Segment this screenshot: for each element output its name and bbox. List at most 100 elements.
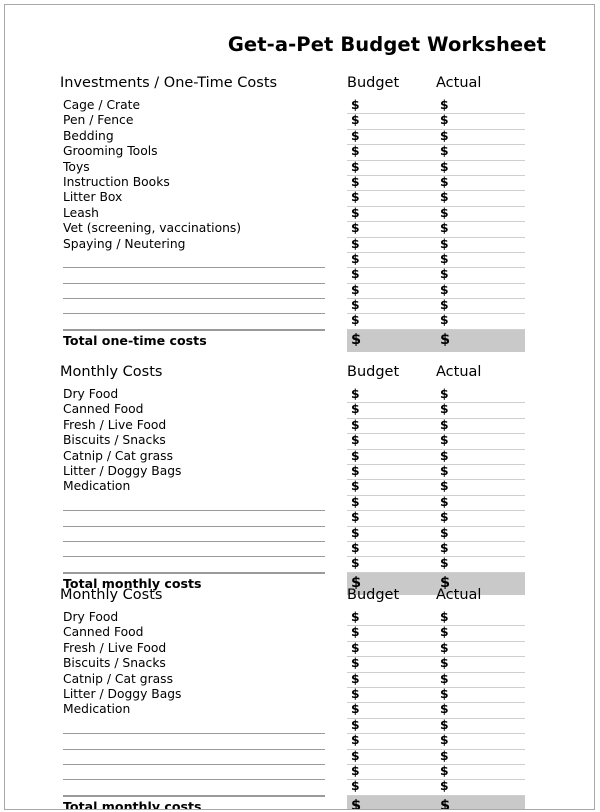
- actual-amount-field[interactable]: $: [440, 464, 449, 478]
- budget-amount-field[interactable]: $: [351, 313, 360, 327]
- budget-amount-field[interactable]: $: [351, 332, 361, 348]
- actual-amount-field[interactable]: $: [440, 764, 449, 778]
- actual-amount-field[interactable]: $: [440, 479, 449, 493]
- actual-amount-field[interactable]: $: [440, 221, 449, 235]
- budget-amount-field[interactable]: $: [351, 764, 360, 778]
- budget-amount-field[interactable]: $: [351, 267, 360, 281]
- actual-amount-field[interactable]: $: [440, 656, 449, 670]
- actual-amount-field[interactable]: $: [440, 252, 449, 266]
- budget-amount-field[interactable]: $: [351, 641, 360, 655]
- actual-amount-field[interactable]: $: [440, 749, 449, 763]
- budget-amount-field[interactable]: $: [351, 237, 360, 251]
- actual-amount-field[interactable]: $: [440, 672, 449, 686]
- actual-amount-field[interactable]: $: [440, 625, 449, 639]
- budget-amount-field[interactable]: $: [351, 672, 360, 686]
- budget-amount-field[interactable]: $: [351, 495, 360, 509]
- blank-line-item-row[interactable]: $ $: [5, 495, 594, 512]
- budget-amount-field[interactable]: $: [351, 221, 360, 235]
- blank-line-item-row[interactable]: $ $: [5, 764, 594, 781]
- actual-amount-field[interactable]: $: [440, 175, 449, 189]
- budget-amount-field[interactable]: $: [351, 610, 360, 624]
- budget-amount-field[interactable]: $: [351, 449, 360, 463]
- actual-amount-field[interactable]: $: [440, 313, 449, 327]
- blank-line-item-row[interactable]: $ $: [5, 510, 594, 527]
- actual-amount-field[interactable]: $: [440, 206, 449, 220]
- actual-amount-field[interactable]: $: [440, 718, 449, 732]
- budget-amount-field[interactable]: $: [351, 718, 360, 732]
- budget-amount-field[interactable]: $: [351, 129, 360, 143]
- actual-amount-field[interactable]: $: [440, 190, 449, 204]
- budget-amount-field[interactable]: $: [351, 252, 360, 266]
- actual-amount-field[interactable]: $: [440, 402, 449, 416]
- actual-amount-field[interactable]: $: [440, 733, 449, 747]
- budget-amount-field[interactable]: $: [351, 144, 360, 158]
- actual-amount-field[interactable]: $: [440, 687, 449, 701]
- money-band: $ $: [347, 610, 525, 627]
- budget-amount-field[interactable]: $: [351, 402, 360, 416]
- budget-amount-field[interactable]: $: [351, 206, 360, 220]
- budget-amount-field[interactable]: $: [351, 510, 360, 524]
- actual-amount-field[interactable]: $: [440, 267, 449, 281]
- actual-amount-field[interactable]: $: [440, 237, 449, 251]
- budget-amount-field[interactable]: $: [351, 113, 360, 127]
- blank-line-item-row[interactable]: $ $: [5, 556, 594, 573]
- actual-amount-field[interactable]: $: [440, 298, 449, 312]
- actual-amount-field[interactable]: $: [440, 283, 449, 297]
- blank-line-item-row[interactable]: $ $: [5, 526, 594, 542]
- blank-line-item-row[interactable]: $ $: [5, 283, 594, 300]
- blank-line-item-row[interactable]: $ $: [5, 749, 594, 765]
- blank-line-item-row[interactable]: $ $: [5, 718, 594, 735]
- budget-amount-field[interactable]: $: [351, 749, 360, 763]
- budget-amount-field[interactable]: $: [351, 779, 360, 793]
- blank-line-item-row[interactable]: $ $: [5, 267, 594, 284]
- budget-amount-field[interactable]: $: [351, 190, 360, 204]
- actual-amount-field[interactable]: $: [440, 387, 449, 401]
- budget-amount-field[interactable]: $: [351, 702, 360, 716]
- budget-amount-field[interactable]: $: [351, 625, 360, 639]
- actual-amount-field[interactable]: $: [440, 160, 449, 174]
- actual-amount-field[interactable]: $: [440, 702, 449, 716]
- budget-amount-field[interactable]: $: [351, 541, 360, 555]
- budget-amount-field[interactable]: $: [351, 479, 360, 493]
- budget-amount-field[interactable]: $: [351, 656, 360, 670]
- budget-amount-field[interactable]: $: [351, 526, 360, 540]
- actual-amount-field[interactable]: $: [440, 541, 449, 555]
- budget-amount-field[interactable]: $: [351, 160, 360, 174]
- actual-amount-field[interactable]: $: [440, 798, 450, 809]
- actual-amount-field[interactable]: $: [440, 98, 449, 112]
- actual-amount-field[interactable]: $: [440, 129, 449, 143]
- budget-amount-field[interactable]: $: [351, 387, 360, 401]
- actual-amount-field[interactable]: $: [440, 495, 449, 509]
- blank-line-item-row[interactable]: $ $: [5, 779, 594, 796]
- blank-line-item-row[interactable]: $ $: [5, 541, 594, 558]
- budget-amount-field[interactable]: $: [351, 556, 360, 570]
- actual-amount-field[interactable]: $: [440, 144, 449, 158]
- actual-amount-field[interactable]: $: [440, 433, 449, 447]
- money-band: $ $: [347, 702, 525, 719]
- actual-amount-field[interactable]: $: [440, 113, 449, 127]
- actual-amount-field[interactable]: $: [440, 526, 449, 540]
- budget-amount-field[interactable]: $: [351, 98, 360, 112]
- actual-amount-field[interactable]: $: [440, 418, 449, 432]
- blank-line-item-row[interactable]: $ $: [5, 298, 594, 315]
- budget-amount-field[interactable]: $: [351, 464, 360, 478]
- budget-amount-field[interactable]: $: [351, 175, 360, 189]
- actual-amount-field[interactable]: $: [440, 779, 449, 793]
- actual-amount-field[interactable]: $: [440, 556, 449, 570]
- blank-line-item-row[interactable]: $ $: [5, 252, 594, 269]
- budget-amount-field[interactable]: $: [351, 283, 360, 297]
- budget-amount-field[interactable]: $: [351, 418, 360, 432]
- budget-amount-field[interactable]: $: [351, 687, 360, 701]
- actual-amount-field[interactable]: $: [440, 332, 450, 348]
- actual-amount-field[interactable]: $: [440, 510, 449, 524]
- budget-amount-field[interactable]: $: [351, 733, 360, 747]
- line-item-row: Pen / Fence $ $: [5, 113, 594, 130]
- budget-amount-field[interactable]: $: [351, 433, 360, 447]
- actual-amount-field[interactable]: $: [440, 449, 449, 463]
- actual-amount-field[interactable]: $: [440, 641, 449, 655]
- blank-line-item-row[interactable]: $ $: [5, 733, 594, 750]
- budget-amount-field[interactable]: $: [351, 798, 361, 809]
- budget-amount-field[interactable]: $: [351, 298, 360, 312]
- blank-line-item-row[interactable]: $ $: [5, 313, 594, 330]
- actual-amount-field[interactable]: $: [440, 610, 449, 624]
